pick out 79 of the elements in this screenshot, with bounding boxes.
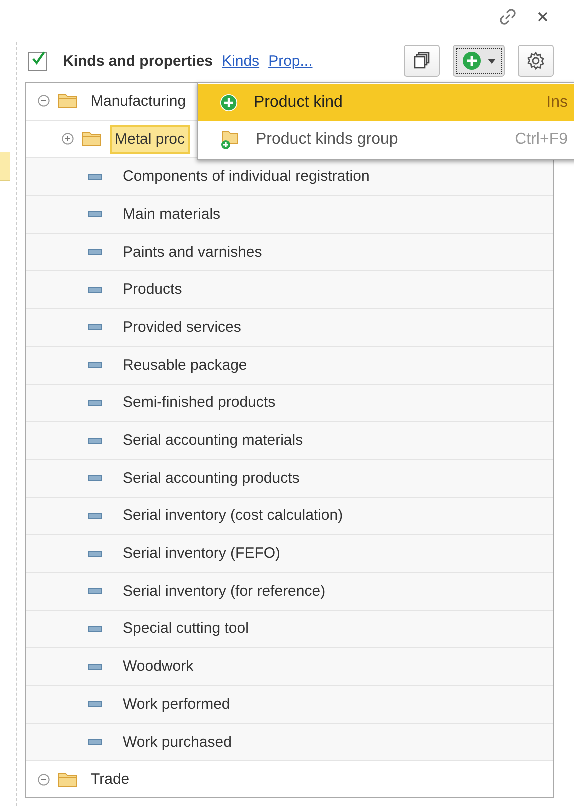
tree-row[interactable]: Woodwork [26,648,553,686]
item-icon [88,324,102,330]
tree-item-label: Serial inventory (FEFO) [122,544,282,564]
tree-row[interactable]: Semi-finished products [26,384,553,422]
folder-icon [58,93,78,110]
tree-item-label: Reusable package [122,356,248,376]
tree-item-label: Woodwork [122,657,195,678]
item-icon [88,438,102,444]
add-button[interactable] [453,45,505,77]
item-icon [88,739,102,746]
add-icon [462,51,482,71]
tree-item-label: Paints and varnishes [122,242,264,263]
menu-label: Product kinds group [256,130,400,148]
checkbox[interactable] [28,52,47,70]
tree-row[interactable]: Serial accounting materials [26,422,553,460]
settings-icon [526,51,546,71]
tree-item-label: Main materials [122,204,222,225]
tree-item-label: Components of individual registration [122,167,371,188]
tree-item-label: Trade [90,770,131,790]
tree-row[interactable]: Serial inventory (cost calculation) [26,498,553,536]
tree-row[interactable]: Work purchased [26,724,553,762]
tree-item-label: Serial accounting materials [122,431,304,452]
tree-item-label: Manufacturing [90,92,188,112]
collapse-icon[interactable] [38,774,50,786]
menu-label: Product kind [254,94,344,112]
section-title: Kinds and properties [63,52,214,70]
tree-row[interactable]: Paints and varnishes [26,234,553,272]
item-icon [88,626,102,632]
tree-item-label: Products [122,280,184,300]
tree-item-label: Provided services [122,318,242,338]
folder-icon [82,131,102,148]
expand-icon[interactable] [62,133,74,146]
tab-link[interactable]: Prop... [268,52,313,70]
tree-item-label: Work purchased [122,732,233,753]
menu-item[interactable]: Product kinds group Ctrl+F9 [198,121,574,158]
tree-item-label: Work performed [122,694,232,715]
tree-item-label: Special cutting tool [122,619,250,640]
caret-icon [488,58,496,64]
menu-item[interactable]: Product kind Ins [198,84,574,121]
settings-button[interactable] [518,45,554,77]
tree-row[interactable]: Components of individual registration [26,158,553,196]
folder-icon [58,772,78,788]
item-icon [88,400,102,406]
panel-edge [0,152,10,181]
tree-row[interactable]: Work performed [26,686,553,724]
copy-icon [412,51,432,71]
shortcut-label: Ctrl+F9 [515,130,568,148]
tree-row[interactable]: Reusable package [26,346,553,384]
tree-item-label: Serial inventory (cost calculation) [122,506,344,526]
item-icon [88,512,102,519]
item-icon [88,588,102,594]
item-icon [88,550,102,557]
item-icon [88,664,102,670]
tree-row[interactable]: Serial inventory (FEFO) [26,535,553,573]
tree-item-label: Semi-finished products [122,393,277,414]
item-icon [88,249,102,256]
tree-row[interactable]: Products [26,271,553,310]
tree-item-label: Serial accounting products [122,468,301,489]
collapse-icon[interactable] [38,95,50,108]
tree-row[interactable]: Provided services [26,309,553,347]
copy-button[interactable] [404,45,440,77]
item-icon [88,286,102,293]
link-icon[interactable] [498,7,518,27]
item-icon [88,362,102,368]
item-icon [88,475,102,482]
tree-row[interactable]: Main materials [26,196,553,234]
tree-row[interactable]: Serial accounting products [26,460,553,498]
item-icon [88,701,102,708]
item-icon [88,174,102,180]
tree-row[interactable]: Serial inventory (for reference) [26,572,553,611]
add-folder-icon [220,130,240,150]
item-icon [88,211,102,218]
tree-row[interactable]: Special cutting tool [26,610,553,648]
add-icon [220,94,238,112]
tree-item-label: Serial inventory (for reference) [122,582,327,602]
shortcut-label: Ins [546,94,568,112]
tree-item-label: Metal proc [110,124,190,154]
close-icon[interactable] [536,10,550,24]
tab-link[interactable]: Kinds [222,52,260,70]
